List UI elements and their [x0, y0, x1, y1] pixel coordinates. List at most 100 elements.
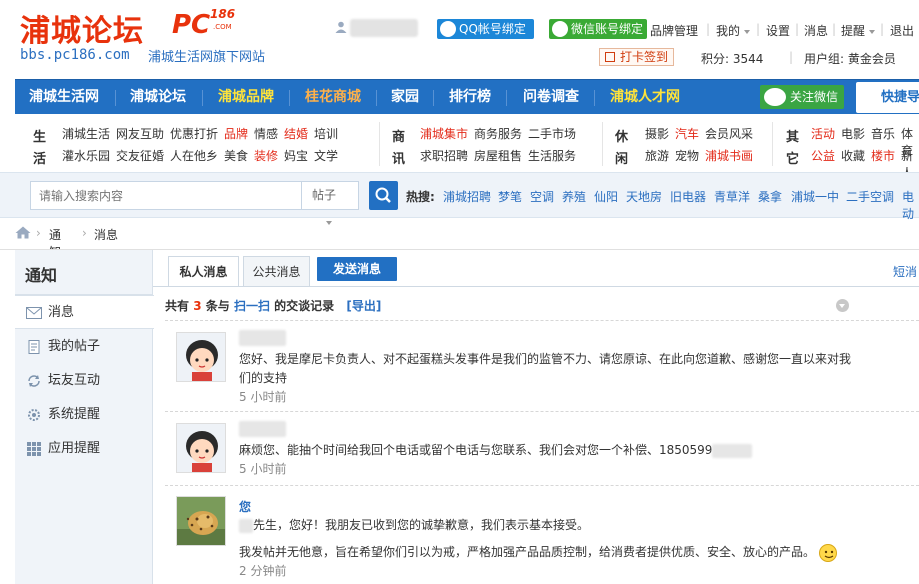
quick-nav-button[interactable]: 快捷导航: [856, 82, 919, 113]
category-head: 休: [615, 130, 629, 145]
search-input[interactable]: [30, 181, 302, 210]
category-link[interactable]: 活动: [811, 125, 835, 142]
brand-manage-link[interactable]: 品牌管理: [650, 22, 698, 39]
divider: [602, 122, 603, 166]
avatar[interactable]: [176, 496, 226, 546]
reminders-menu[interactable]: 提醒: [841, 22, 876, 39]
hot-search-link[interactable]: 仙阳: [594, 188, 618, 205]
category-link[interactable]: 公益: [811, 147, 835, 164]
category-link[interactable]: 人在他乡: [170, 147, 218, 164]
category-link[interactable]: 妈宝: [284, 147, 308, 164]
divider: |: [706, 22, 711, 36]
sender-name-blurred[interactable]: [239, 421, 286, 437]
settings-link[interactable]: 设置: [766, 22, 790, 39]
category-link[interactable]: 房屋租售: [474, 147, 522, 164]
sender-name-blurred[interactable]: [239, 330, 286, 346]
tab-public-messages[interactable]: 公共消息: [243, 256, 310, 287]
avatar[interactable]: [176, 332, 226, 382]
category-link[interactable]: 旅游: [645, 147, 669, 164]
nav-item-mall[interactable]: 桂花商城: [305, 80, 361, 115]
search-type-select[interactable]: 帖子: [301, 181, 359, 225]
category-link[interactable]: 浦城集市: [420, 125, 468, 142]
collapse-toggle-icon[interactable]: [836, 299, 849, 312]
category-link[interactable]: 摄影: [645, 125, 669, 142]
checkin-button[interactable]: 打卡签到: [599, 48, 674, 66]
category-link[interactable]: 收藏: [841, 147, 865, 164]
category-link[interactable]: 美食: [224, 147, 248, 164]
leopard-photo-avatar-icon: [177, 497, 225, 545]
category-links: 生 活 浦城生活 网友互助 优惠打折 品牌 情感 结婚 培训 灌水乐园 交友征婚…: [15, 114, 919, 180]
tab-private-messages[interactable]: 私人消息: [168, 256, 239, 287]
mine-menu[interactable]: 我的: [716, 22, 751, 39]
category-link[interactable]: 灌水乐园: [62, 147, 110, 164]
nav-item-ranking[interactable]: 排行榜: [449, 80, 491, 115]
site-logo-text[interactable]: 浦城论坛: [20, 6, 144, 50]
category-link[interactable]: 情感: [254, 125, 278, 142]
search-button[interactable]: [369, 181, 398, 210]
nav-divider: [115, 90, 116, 106]
category-link[interactable]: 音乐: [871, 125, 895, 142]
hot-search-link[interactable]: 桑拿: [758, 188, 782, 205]
category-link[interactable]: 网友互助: [116, 125, 164, 142]
sender-name[interactable]: 您: [239, 498, 251, 515]
hot-search-link[interactable]: 二手空调: [846, 188, 894, 205]
user-points[interactable]: 积分: 3544: [701, 50, 763, 67]
send-message-button[interactable]: 发送消息: [317, 257, 397, 281]
sidebar-item-my-posts[interactable]: 我的帖子: [15, 330, 153, 364]
category-link[interactable]: 浦城生活: [62, 125, 110, 142]
hot-search-link[interactable]: 青草洋: [714, 188, 750, 205]
qq-bind-button[interactable]: QQ帐号绑定: [437, 19, 534, 39]
category-link[interactable]: 会员风采: [705, 125, 753, 142]
category-head: 活: [33, 152, 47, 167]
hot-search-link[interactable]: 旧电器: [670, 188, 706, 205]
hot-search-link[interactable]: 养殖: [562, 188, 586, 205]
hot-search-link[interactable]: 空调: [530, 188, 554, 205]
redacted-text: [712, 443, 753, 458]
category-link[interactable]: 文学: [314, 147, 338, 164]
category-link[interactable]: 品牌: [224, 125, 248, 142]
logout-link[interactable]: 退出: [890, 22, 914, 39]
hot-search-link[interactable]: 浦城招聘: [443, 188, 491, 205]
nav-item-jobs[interactable]: 浦城人才网: [610, 80, 680, 115]
user-group[interactable]: 用户组: 黄金会员: [804, 50, 896, 67]
sidebar-item-interaction[interactable]: 坛友互动: [15, 364, 153, 398]
nav-item-survey[interactable]: 问卷调查: [523, 80, 579, 115]
category-link[interactable]: 装修: [254, 147, 278, 164]
hot-search-link[interactable]: 电动: [902, 188, 919, 222]
category-link[interactable]: 结婚: [284, 125, 308, 142]
nav-item-pucheng-life[interactable]: 浦城生活网: [29, 80, 99, 115]
sidebar-item-apps[interactable]: 应用提醒: [15, 432, 153, 466]
category-link[interactable]: 电影: [841, 125, 865, 142]
export-link[interactable]: [导出]: [346, 299, 381, 313]
nav-item-forum[interactable]: 浦城论坛: [130, 80, 186, 115]
username-blurred[interactable]: [350, 19, 418, 37]
nav-item-brand[interactable]: 浦城品牌: [218, 80, 274, 115]
conversation-partner-link[interactable]: 扫一扫: [234, 299, 270, 313]
follow-wechat-button[interactable]: 关注微信: [760, 85, 844, 109]
wechat-bind-button[interactable]: 微信账号绑定: [549, 19, 647, 39]
short-message-link[interactable]: 短消: [893, 263, 917, 280]
messages-link[interactable]: 消息: [804, 22, 828, 39]
category-link[interactable]: 汽车: [675, 125, 699, 142]
hot-search-link[interactable]: 浦城一中: [791, 188, 839, 205]
category-link[interactable]: 楼市: [871, 147, 895, 164]
category-link[interactable]: 交友征婚: [116, 147, 164, 164]
breadcrumb-separator: ›: [36, 226, 41, 240]
category-link[interactable]: 培训: [314, 125, 338, 142]
nav-item-home[interactable]: 家园: [391, 80, 419, 115]
category-link[interactable]: 生活服务: [528, 147, 576, 164]
home-icon[interactable]: [15, 226, 31, 239]
breadcrumb-current: 消息: [94, 228, 119, 242]
sidebar-item-system[interactable]: 系统提醒: [15, 398, 153, 432]
avatar[interactable]: [176, 423, 226, 473]
category-link[interactable]: 宠物: [675, 147, 699, 164]
message-text: 先生，您好！我朋友已收到您的诚挚歉意，我们表示基本接受。: [239, 516, 859, 535]
hot-search-link[interactable]: 天地房: [626, 188, 662, 205]
category-link[interactable]: 浦城书画: [705, 147, 753, 164]
category-link[interactable]: 二手市场: [528, 125, 576, 142]
category-link[interactable]: 求职招聘: [420, 147, 468, 164]
category-link[interactable]: 商务服务: [474, 125, 522, 142]
hot-search-link[interactable]: 梦笔: [498, 188, 522, 205]
category-link[interactable]: 优惠打折: [170, 125, 218, 142]
sidebar-item-messages[interactable]: 消息: [15, 295, 154, 329]
